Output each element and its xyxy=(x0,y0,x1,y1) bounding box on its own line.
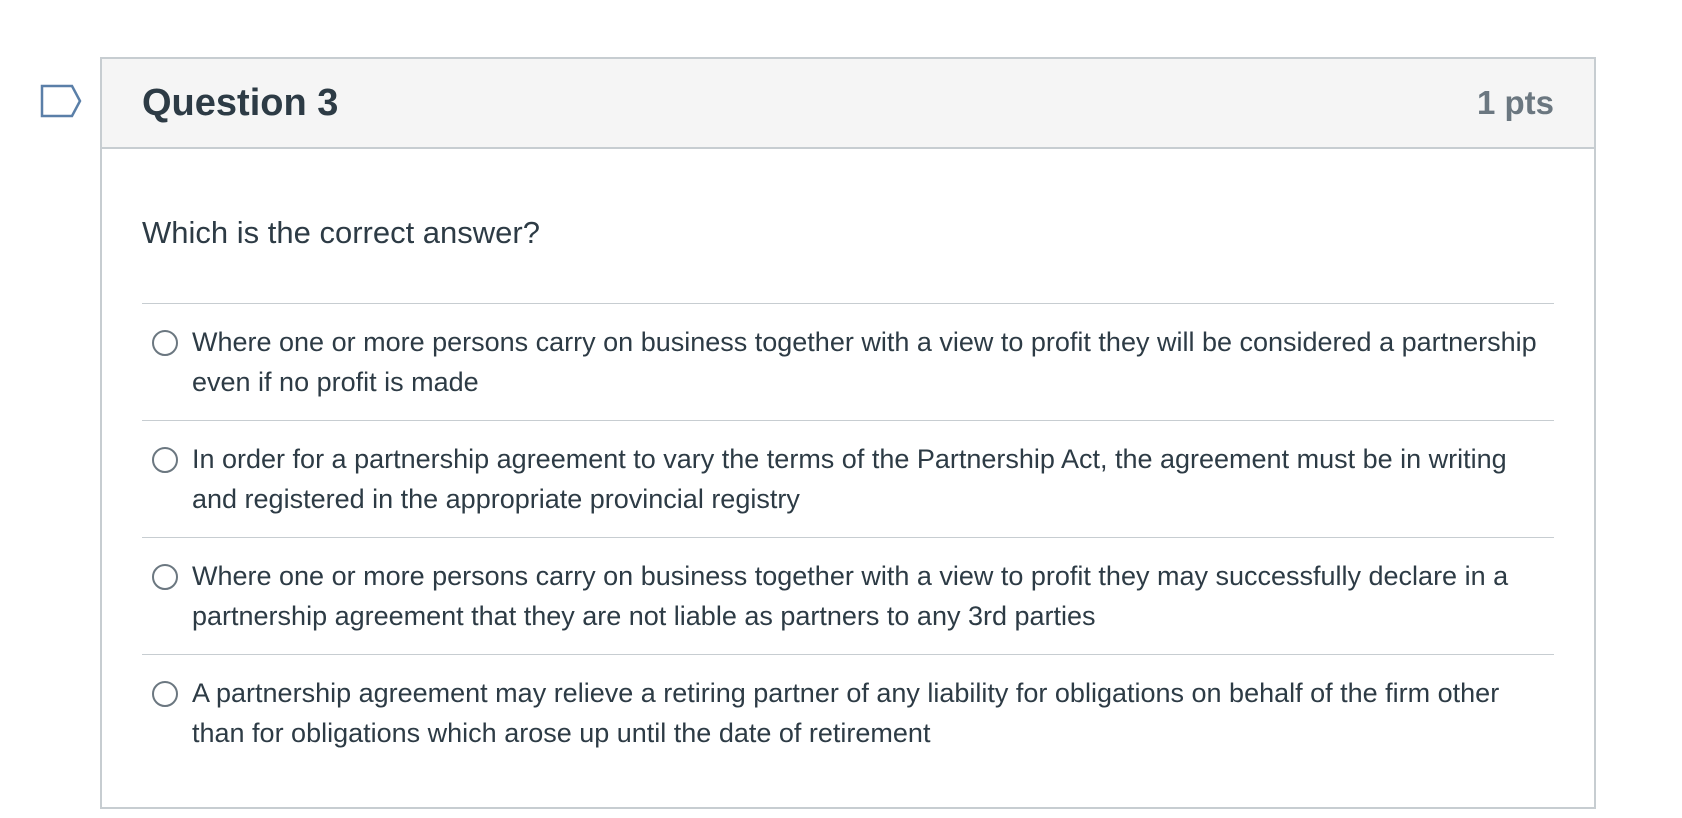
answer-label[interactable]: A partnership agreement may relieve a re… xyxy=(192,673,1554,753)
question-body: Which is the correct answer? Where one o… xyxy=(102,149,1594,772)
answer-list: Where one or more persons carry on busin… xyxy=(142,303,1554,772)
radio-button[interactable] xyxy=(152,447,178,473)
answer-label[interactable]: In order for a partnership agreement to … xyxy=(192,439,1554,519)
question-card: Question 3 1 pts Which is the correct an… xyxy=(100,57,1596,809)
question-title: Question 3 xyxy=(142,81,339,124)
question-points: 1 pts xyxy=(1476,84,1554,121)
question-header: Question 3 1 pts xyxy=(102,59,1594,149)
radio-button[interactable] xyxy=(152,681,178,707)
question-prompt: Which is the correct answer? xyxy=(142,215,540,250)
answer-option[interactable]: Where one or more persons carry on busin… xyxy=(142,304,1554,421)
answer-option[interactable]: Where one or more persons carry on busin… xyxy=(142,538,1554,655)
radio-button[interactable] xyxy=(152,564,178,590)
answer-label[interactable]: Where one or more persons carry on busin… xyxy=(192,322,1554,402)
flag-question-icon[interactable] xyxy=(40,84,84,120)
radio-button[interactable] xyxy=(152,330,178,356)
answer-option[interactable]: In order for a partnership agreement to … xyxy=(142,421,1554,538)
answer-option[interactable]: A partnership agreement may relieve a re… xyxy=(142,655,1554,772)
answer-label[interactable]: Where one or more persons carry on busin… xyxy=(192,556,1554,636)
